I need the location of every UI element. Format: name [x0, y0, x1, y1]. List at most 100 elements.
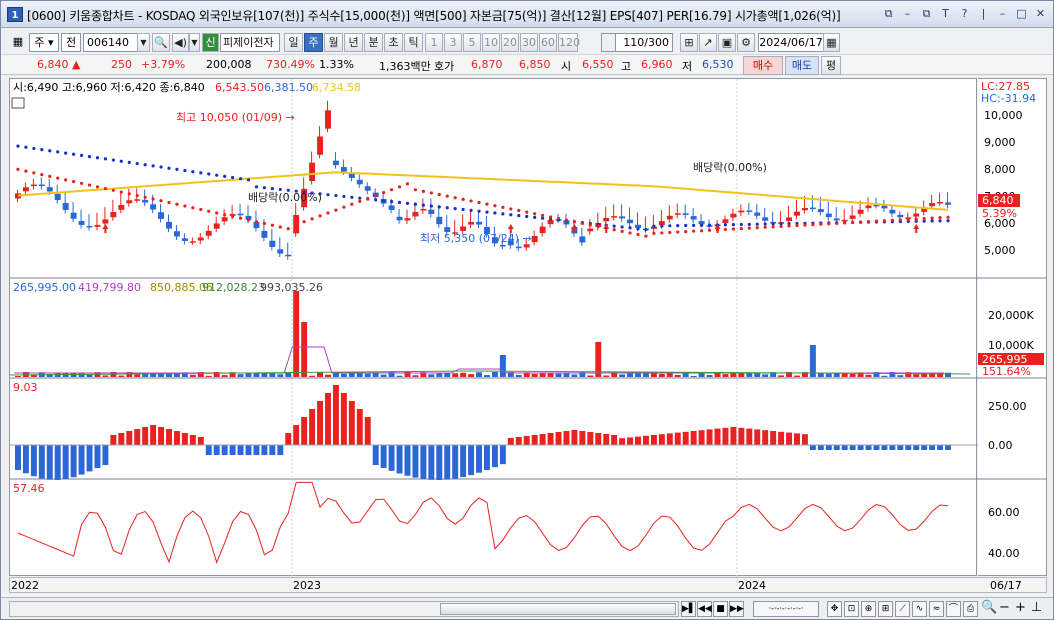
link-icon[interactable]: ⧉ — [880, 6, 897, 22]
zoom-in-icon[interactable]: + — [1013, 601, 1028, 617]
ma-dot-blue — [652, 224, 656, 228]
settings-gear-icon[interactable]: ⚙ — [737, 33, 755, 52]
save-icon[interactable]: ▣ — [718, 33, 736, 52]
curve-icon[interactable]: ∿ — [912, 601, 927, 617]
volume-bar — [205, 375, 212, 377]
period-minute[interactable]: 분 — [364, 33, 383, 52]
ma-dot-red — [477, 200, 481, 205]
ma-dot-red — [548, 215, 553, 219]
volume-legend: 265,995.00 — [13, 281, 76, 294]
candle-body — [285, 254, 292, 257]
trend-icon[interactable]: ⟋ — [895, 601, 910, 617]
zoom-search-icon[interactable]: 🔍 — [981, 601, 997, 617]
count-input[interactable]: 110/300 — [615, 33, 673, 52]
scroll-prev-icon[interactable]: ◀◀ — [697, 601, 712, 617]
print-icon[interactable]: ⎙ — [963, 601, 978, 617]
date-axis: 2022 2023 2024 06/17 — [9, 577, 1047, 593]
type-select[interactable]: 전 — [61, 33, 81, 52]
macd-bar — [213, 445, 220, 455]
code-dropdown-icon[interactable]: ▼ — [137, 33, 150, 52]
separator: | — [981, 7, 986, 20]
interval-5[interactable]: 5 — [463, 33, 481, 52]
volume-bar — [706, 375, 713, 377]
line-tool-icon[interactable]: ↗ — [699, 33, 717, 52]
interval-1[interactable]: 1 — [425, 33, 443, 52]
text-icon[interactable]: T — [937, 6, 954, 22]
macd-bar — [786, 432, 793, 445]
zoom-out-icon[interactable]: − — [997, 601, 1012, 617]
period-tick[interactable]: 틱 — [404, 33, 423, 52]
chart-area[interactable]: 시:6,490 고:6,960 저:6,420 종:6,840 6,543.50 6… — [9, 78, 978, 577]
arc-icon[interactable]: ⌒ — [946, 601, 961, 617]
macd-bar — [937, 445, 944, 450]
ma-dot-blue — [159, 165, 163, 169]
horizontal-scrollbar[interactable] — [9, 601, 679, 617]
restore-group-icon[interactable]: ⧉ — [918, 6, 935, 22]
interval-30[interactable]: 30 — [520, 33, 538, 52]
ma-dot-red — [286, 227, 290, 231]
ma-dot-blue — [151, 164, 155, 168]
period-year[interactable]: 년 — [344, 33, 363, 52]
minimize-button[interactable]: – — [994, 6, 1011, 22]
zoom-box-icon[interactable]: ⊡ — [844, 601, 859, 617]
close-button[interactable]: ✕ — [1032, 6, 1049, 22]
minimize-group-icon[interactable]: – — [899, 6, 916, 22]
macd-bar — [364, 417, 371, 445]
interval-3[interactable]: 3 — [444, 33, 462, 52]
price-axis[interactable]: 10,0009,0008,0007,0006,0005,000LC:27.85H… — [978, 78, 1047, 576]
scroll-first-icon[interactable]: ▶▌ — [681, 601, 696, 617]
speaker-dropdown-icon[interactable]: ▼ — [189, 33, 200, 52]
ma-dot-red — [493, 204, 497, 208]
help-icon[interactable]: ? — [956, 6, 973, 22]
ask-price-1: 6,870 — [471, 58, 503, 71]
ma-dot-red — [334, 208, 338, 212]
indicator-icon[interactable]: ⊞ — [680, 33, 698, 52]
macd-bar — [285, 433, 292, 445]
interval-10[interactable]: 10 — [482, 33, 500, 52]
ma-dot-blue — [612, 224, 616, 228]
stop-icon[interactable]: ■ — [713, 601, 728, 617]
scrollbar-thumb[interactable] — [440, 603, 676, 615]
ma-dot-red — [469, 199, 473, 203]
macd-tick: 250.00 — [988, 400, 1027, 413]
interval-60[interactable]: 60 — [539, 33, 557, 52]
date-label-current: 06/17 — [990, 579, 1022, 592]
reset-icon[interactable]: ⊥ — [1029, 601, 1044, 617]
scroll-next-icon[interactable]: ▶▶ — [729, 601, 744, 617]
period-day[interactable]: 일 — [284, 33, 303, 52]
market-select[interactable]: 주 ▾ — [29, 33, 59, 52]
table-icon — [11, 97, 25, 109]
interval-120[interactable]: 120 — [558, 33, 580, 52]
crosshair-icon[interactable]: ⊕ — [861, 601, 876, 617]
grid-menu-icon[interactable]: ▦ — [9, 33, 27, 52]
interval-20[interactable]: 20 — [501, 33, 519, 52]
macd-bar — [889, 445, 896, 450]
candle-body — [881, 205, 888, 209]
macd-bar — [253, 445, 260, 455]
candle-body — [468, 221, 475, 225]
search-icon[interactable]: 🔍 — [152, 33, 170, 52]
buy-button[interactable]: 매수 — [743, 56, 783, 75]
chart-canvas[interactable]: 시:6,490 고:6,960 저:6,420 종:6,840 6,543.50 6… — [9, 79, 978, 577]
tool-strip-icon[interactable]: ·-·-·-·-·-·-· — [753, 601, 819, 617]
new-listing-badge[interactable]: 신 — [202, 33, 219, 52]
window-number-icon[interactable]: 1 — [7, 7, 23, 22]
measure-icon[interactable]: ⊞ — [878, 601, 893, 617]
cursor-icon[interactable]: ✥ — [827, 601, 842, 617]
sell-button[interactable]: 매도 — [785, 56, 819, 75]
period-second[interactable]: 초 — [384, 33, 403, 52]
calendar-icon[interactable]: ▦ — [823, 33, 840, 52]
speaker-icon[interactable]: ◀) — [172, 33, 189, 52]
eval-button[interactable]: 평 — [821, 56, 841, 75]
period-week[interactable]: 주 — [304, 33, 323, 52]
ma-dot-blue — [421, 203, 425, 207]
ma-dot-red — [382, 191, 386, 195]
date-input[interactable]: 2024/06/17 — [758, 33, 824, 52]
maximize-button[interactable]: □ — [1013, 6, 1030, 22]
candle-body — [332, 160, 339, 166]
macd-bar — [730, 427, 737, 445]
period-month[interactable]: 월 — [324, 33, 343, 52]
ma-dot-blue — [334, 193, 338, 198]
candle-body — [849, 215, 856, 219]
wave-icon[interactable]: ≈ — [929, 601, 944, 617]
